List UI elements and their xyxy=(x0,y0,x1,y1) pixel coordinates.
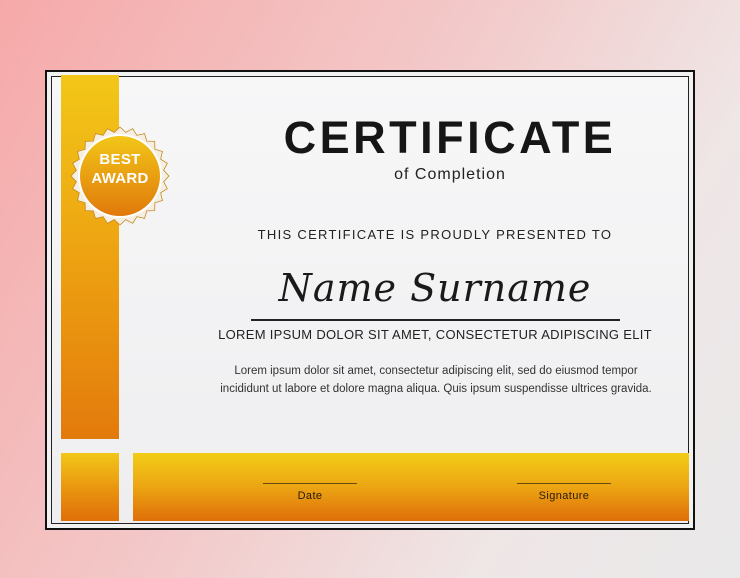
signature-label: Signature xyxy=(538,490,590,502)
body-text: Lorem ipsum dolor sit amet, consectetur … xyxy=(220,365,652,395)
signature-line xyxy=(517,483,611,484)
bottom-band xyxy=(133,453,689,521)
badge-line-1: BEST xyxy=(99,151,141,168)
certificate-title: CERTIFICATE xyxy=(283,112,617,163)
name-underline xyxy=(251,319,620,321)
badge-line-2: AWARD xyxy=(91,170,149,187)
presented-to-text: THIS CERTIFICATE IS PROUDLY PRESENTED TO xyxy=(257,227,613,242)
tagline: LOREM IPSUM DOLOR SIT AMET, CONSECTETUR … xyxy=(218,327,652,342)
corner-block xyxy=(61,453,119,521)
date-label: Date xyxy=(297,490,323,502)
certificate-subtitle: of Completion xyxy=(394,166,506,183)
date-line xyxy=(263,483,357,484)
recipient-name: Name Surname xyxy=(278,266,592,310)
badge-label: BEST AWARD xyxy=(70,150,170,188)
